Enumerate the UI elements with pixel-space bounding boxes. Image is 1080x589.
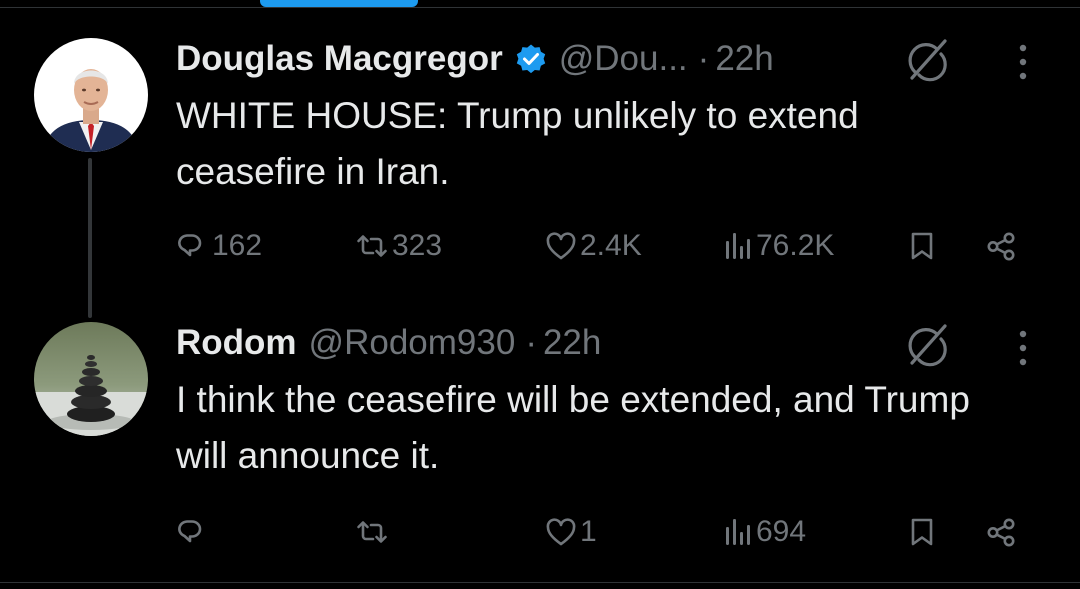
avatar[interactable] bbox=[34, 38, 148, 152]
separator-dot: · bbox=[697, 39, 710, 78]
tweet-header: Rodom @Rodom930 · 22h bbox=[176, 321, 601, 365]
views-count: 76.2K bbox=[756, 229, 835, 262]
reply-icon bbox=[176, 517, 208, 547]
bookmark-button[interactable] bbox=[908, 221, 936, 271]
views-button[interactable]: 76.2K bbox=[724, 221, 834, 271]
bottom-divider bbox=[0, 582, 1080, 583]
author-handle[interactable]: @Dou... bbox=[559, 39, 688, 79]
tweet-header: Douglas Macgregor @Dou... · 22h bbox=[176, 37, 774, 81]
thread-connector-line bbox=[88, 158, 92, 318]
tweet-text: WHITE HOUSE: Trump unlikely to extend ce… bbox=[176, 95, 859, 192]
action-bar: 1 694 bbox=[176, 507, 1036, 557]
repost-button[interactable]: 323 bbox=[356, 221, 442, 271]
bookmark-icon bbox=[908, 231, 936, 261]
share-icon bbox=[986, 231, 1016, 262]
grok-icon[interactable] bbox=[904, 35, 952, 83]
bookmark-button[interactable] bbox=[908, 507, 936, 557]
bookmark-icon bbox=[908, 517, 936, 547]
views-count: 694 bbox=[756, 515, 807, 548]
separator-dot: · bbox=[525, 323, 537, 362]
heart-icon bbox=[546, 518, 576, 546]
like-count: 1 bbox=[580, 515, 597, 548]
share-icon bbox=[986, 517, 1016, 548]
active-tab-indicator bbox=[260, 0, 418, 7]
views-button[interactable]: 694 bbox=[724, 507, 806, 557]
like-button[interactable]: 1 bbox=[546, 507, 597, 557]
heart-icon bbox=[546, 232, 576, 260]
avatar[interactable] bbox=[34, 322, 148, 436]
reply-button[interactable]: 162 bbox=[176, 221, 262, 271]
grok-icon[interactable] bbox=[904, 320, 952, 368]
more-options-icon[interactable] bbox=[1014, 326, 1032, 370]
author-name[interactable]: Rodom bbox=[176, 323, 297, 363]
author-handle[interactable]: @Rodom930 bbox=[309, 323, 516, 363]
reply-count: 162 bbox=[212, 229, 263, 262]
man-in-suit-portrait bbox=[34, 38, 148, 152]
views-chart-icon bbox=[724, 517, 752, 547]
views-chart-icon bbox=[724, 231, 752, 261]
repost-count: 323 bbox=[392, 229, 443, 262]
share-button[interactable] bbox=[986, 221, 1016, 271]
reply-icon bbox=[176, 231, 208, 261]
like-count: 2.4K bbox=[580, 229, 642, 262]
top-divider bbox=[0, 7, 1080, 8]
verified-badge-icon bbox=[515, 43, 547, 75]
repost-icon bbox=[356, 232, 388, 260]
like-button[interactable]: 2.4K bbox=[546, 221, 642, 271]
more-options-icon[interactable] bbox=[1014, 40, 1032, 84]
stacked-stones-photo bbox=[34, 322, 148, 436]
author-name[interactable]: Douglas Macgregor bbox=[176, 39, 503, 79]
repost-button[interactable] bbox=[356, 507, 388, 557]
tweet-text: I think the ceasefire will be extended, … bbox=[176, 379, 970, 476]
timestamp[interactable]: 22h bbox=[543, 323, 601, 363]
timestamp[interactable]: 22h bbox=[715, 39, 773, 79]
reply-button[interactable] bbox=[176, 507, 208, 557]
share-button[interactable] bbox=[986, 507, 1016, 557]
repost-icon bbox=[356, 518, 388, 546]
action-bar: 162 323 2.4K 76.2K bbox=[176, 221, 1036, 271]
